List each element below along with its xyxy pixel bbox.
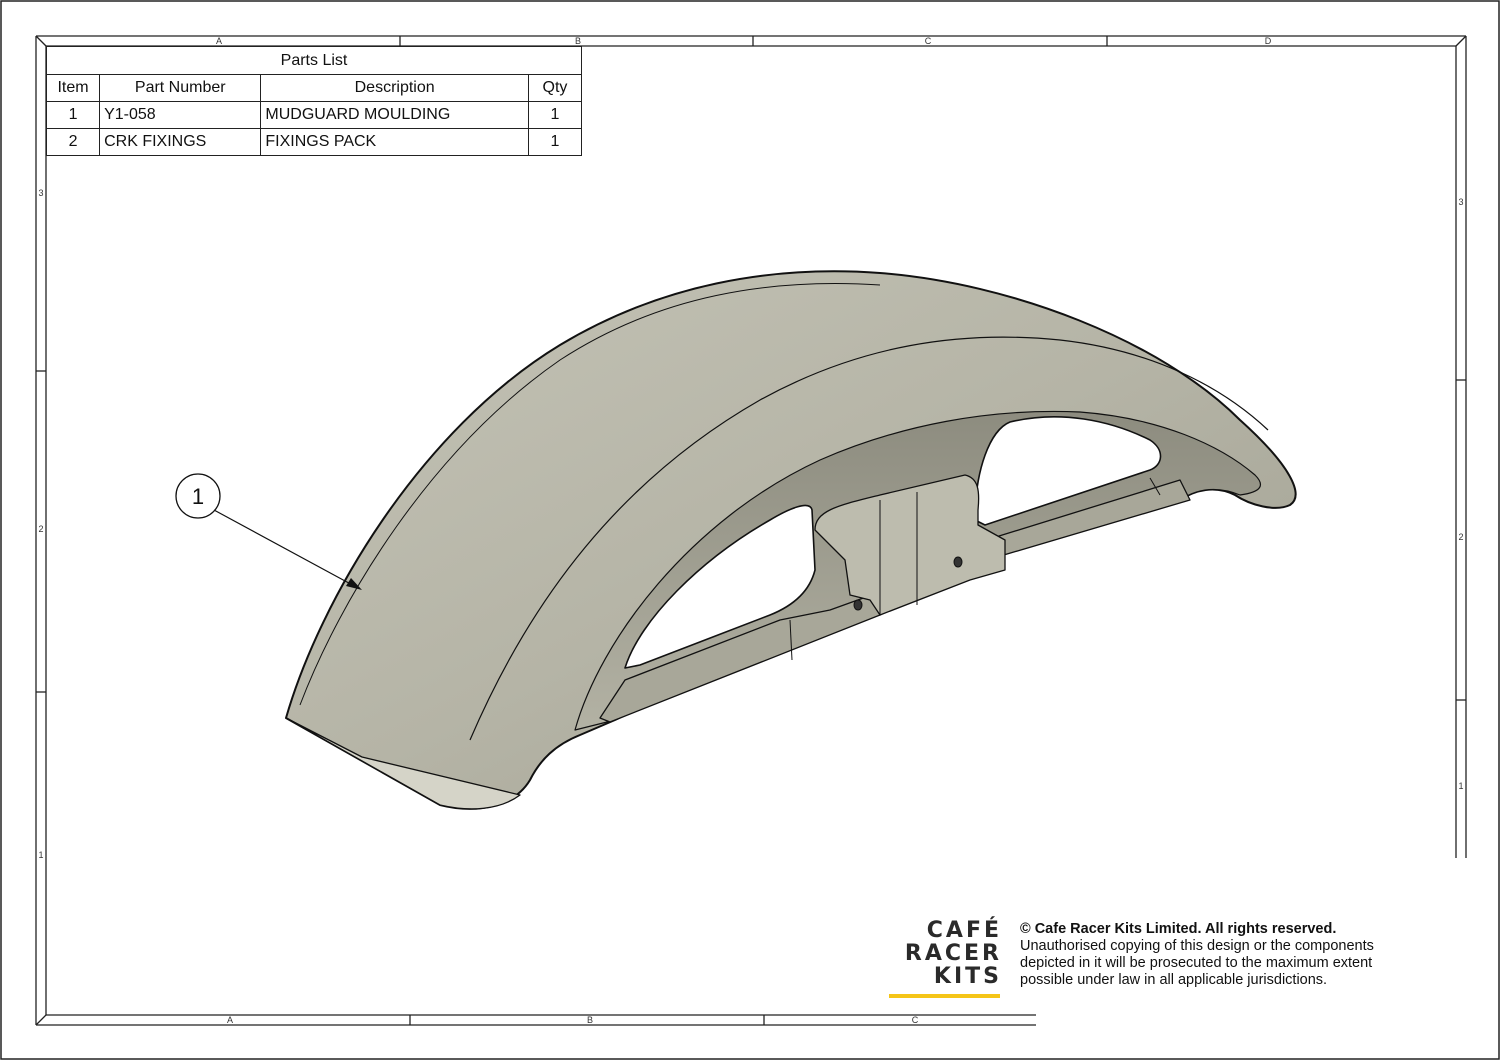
copyright-text-line: Unauthorised copying of this design or t… xyxy=(1020,938,1374,954)
row-part-number: Y1-058 xyxy=(99,101,262,129)
copyright-text-line: possible under law in all applicable jur… xyxy=(1020,972,1328,988)
balloon-leader-line xyxy=(213,509,359,589)
copyright-heading: © Cafe Racer Kits Limited. All rights re… xyxy=(1020,921,1337,937)
fixing-hole-1 xyxy=(853,599,863,611)
drawing-sheet: A B C D A B C 3 2 1 3 2 1 1 xyxy=(0,0,1500,1060)
table-row: 2 CRK FIXINGS FIXINGS PACK 1 xyxy=(45,128,583,156)
company-logo: CAFÉ RACER KITS xyxy=(886,920,1002,989)
zone-label-left-1: 1 xyxy=(38,850,43,860)
zone-label-left-2: 2 xyxy=(38,524,43,534)
copyright-text-line: depicted in it will be prosecuted to the… xyxy=(1020,955,1373,971)
zone-label-bottom-a: A xyxy=(227,1015,233,1025)
row-description: FIXINGS PACK xyxy=(260,128,529,156)
header-qty: Qty xyxy=(527,74,583,102)
row-item: 2 xyxy=(45,128,101,156)
parts-list-title: Parts List xyxy=(46,46,582,75)
logo-line-kits: KITS xyxy=(933,964,1002,989)
zone-label-right-1: 1 xyxy=(1458,781,1463,791)
header-item: Item xyxy=(45,74,101,102)
row-qty: 1 xyxy=(527,101,583,129)
fixing-hole-2 xyxy=(953,556,963,568)
zone-label-right-2: 2 xyxy=(1458,532,1463,542)
zone-label-top-c: C xyxy=(925,36,932,46)
header-description: Description xyxy=(260,74,529,102)
parts-list-table: Parts List Item Part Number Description … xyxy=(45,46,583,156)
logo-line-cafe: CAFÉ xyxy=(926,918,1002,943)
zone-label-top-d: D xyxy=(1265,36,1272,46)
item-balloon: 1 xyxy=(175,473,362,590)
copyright-notice: © Cafe Racer Kits Limited. All rights re… xyxy=(1020,921,1460,989)
row-qty: 1 xyxy=(527,128,583,156)
row-part-number: CRK FIXINGS xyxy=(99,128,262,156)
mudguard-part xyxy=(285,270,1297,810)
logo-line-racer: RACER xyxy=(904,941,1002,966)
zone-label-right-3: 3 xyxy=(1458,197,1463,207)
zone-label-top-b: B xyxy=(575,36,581,46)
zone-label-top-a: A xyxy=(216,36,222,46)
zone-label-bottom-b: B xyxy=(587,1015,593,1025)
row-item: 1 xyxy=(45,101,101,129)
zone-label-left-3: 3 xyxy=(38,188,43,198)
table-row: 1 Y1-058 MUDGUARD MOULDING 1 xyxy=(45,101,583,129)
row-description: MUDGUARD MOULDING xyxy=(260,101,529,129)
zone-label-bottom-c: C xyxy=(912,1015,919,1025)
header-part-number: Part Number xyxy=(99,74,262,102)
parts-list-header-row: Item Part Number Description Qty xyxy=(45,74,583,102)
balloon-label: 1 xyxy=(192,484,204,509)
logo-accent-bar xyxy=(889,994,1000,998)
